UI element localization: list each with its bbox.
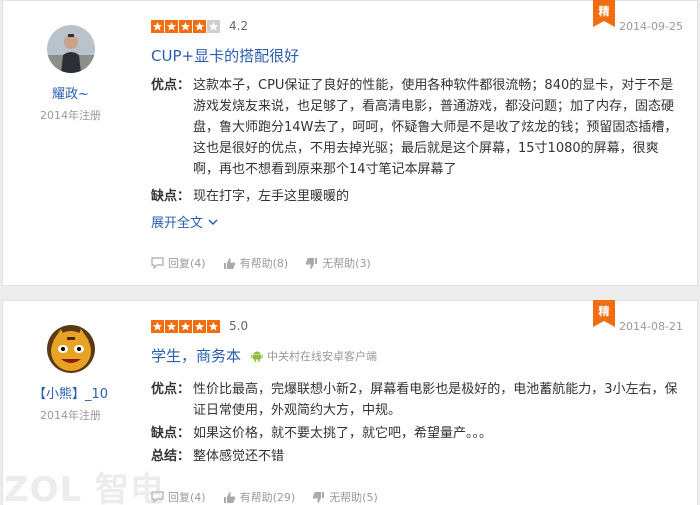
review-actions: 回复(4) 有帮助(29) 无帮助(5) (151, 489, 395, 505)
comment-icon (151, 257, 164, 269)
pros-section: 优点： 这款本子，CPU保证了良好的性能，使用各种软件都很流畅；840的显卡，对… (151, 75, 683, 180)
star-icon (165, 319, 178, 333)
review-date: 2014-09-25 (619, 20, 683, 33)
pros-label: 优点： (151, 382, 191, 397)
star-icon (151, 19, 164, 33)
expand-label: 展开全文 (151, 216, 204, 231)
review-title[interactable]: 学生，商务本 (151, 345, 241, 366)
star-icon (193, 319, 206, 333)
review-card: 耀政~ 2014年注册 4.2 精 2014-09-25 CUP+显卡的搭配很好… (2, 0, 698, 286)
unhelpful-label: 无帮助(3) (322, 257, 371, 270)
rating: 5.0 (151, 318, 248, 334)
pros-label: 优点： (151, 78, 191, 93)
cons-label: 缺点： (151, 426, 191, 441)
cons-section: 缺点： 现在打字，左手这里暖暖的 (151, 186, 683, 207)
cons-section: 缺点： 如果这价格，就不要太挑了，就它吧，希望量产。。。 (151, 423, 683, 444)
summary-text: 整体感觉还不错 (193, 449, 285, 464)
rating: 4.2 (151, 18, 248, 34)
helpful-label: 有帮助(8) (239, 257, 289, 270)
featured-badge-label: 精 (598, 5, 610, 18)
star-empty-icon (207, 19, 220, 33)
star-icon (151, 319, 164, 333)
review-actions: 回复(4) 有帮助(8) 无帮助(3) (151, 255, 388, 271)
avatar[interactable] (46, 25, 95, 73)
expand-full-text-link[interactable]: 展开全文 (151, 212, 219, 231)
star-icon (179, 319, 192, 333)
reply-button[interactable]: 回复(4) (151, 255, 206, 271)
register-date: 2014年注册 (40, 109, 101, 122)
pros-text: 性价比最高，完爆联想小新2，屏幕看电影也是极好的，电池蓄航能力，3小左右，保证日… (193, 382, 678, 418)
unhelpful-button[interactable]: 无帮助(3) (305, 255, 371, 271)
username[interactable]: 耀政~ (3, 83, 138, 102)
star-icon (193, 19, 206, 33)
pros-text: 这款本子，CPU保证了良好的性能，使用各种软件都很流畅；840的显卡，对于不是游… (193, 78, 678, 177)
user-info: 耀政~ 2014年注册 (3, 1, 138, 123)
site-watermark: ZOL 智电 (4, 470, 166, 505)
featured-badge-label: 精 (598, 305, 610, 318)
unhelpful-label: 无帮助(5) (329, 491, 378, 504)
thumbs-up-icon (223, 491, 235, 503)
client-label: 中关村在线安卓客户端 (267, 349, 378, 363)
android-icon (251, 351, 263, 362)
reply-label: 回复(4) (168, 257, 206, 270)
rating-score: 5.0 (229, 319, 249, 333)
helpful-label: 有帮助(29) (239, 491, 296, 504)
thumbs-down-icon (313, 491, 325, 503)
star-icon (207, 319, 220, 333)
cons-label: 缺点： (151, 189, 191, 204)
pros-section: 优点： 性价比最高，完爆联想小新2，屏幕看电影也是极好的，电池蓄航能力，3小左右… (151, 379, 683, 421)
cons-text: 如果这价格，就不要太挑了，就它吧，希望量产。。。 (193, 426, 493, 441)
star-icon (165, 19, 178, 33)
thumbs-down-icon (306, 257, 318, 269)
featured-badge: 精 (593, 300, 615, 327)
client-source: 中关村在线安卓客户端 (251, 348, 377, 364)
star-rating (151, 319, 221, 333)
username[interactable]: 【小熊】_10 (3, 383, 138, 402)
register-date: 2014年注册 (40, 409, 101, 422)
thumbs-up-icon (223, 257, 235, 269)
cons-text: 现在打字，左手这里暖暖的 (193, 189, 350, 204)
star-icon (179, 19, 192, 33)
rating-score: 4.2 (229, 19, 249, 33)
star-rating (151, 19, 221, 33)
review-title[interactable]: CUP+显卡的搭配很好 (151, 45, 299, 66)
featured-badge: 精 (593, 0, 615, 27)
helpful-button[interactable]: 有帮助(8) (223, 255, 289, 271)
review-date: 2014-08-21 (619, 320, 683, 333)
chevron-down-icon (208, 218, 218, 225)
summary-section: 总结： 整体感觉还不错 (151, 446, 683, 467)
unhelpful-button[interactable]: 无帮助(5) (312, 489, 378, 505)
user-info: 【小熊】_10 2014年注册 (3, 301, 138, 423)
reply-label: 回复(4) (168, 491, 206, 504)
helpful-button[interactable]: 有帮助(29) (223, 489, 296, 505)
avatar[interactable] (46, 325, 95, 373)
